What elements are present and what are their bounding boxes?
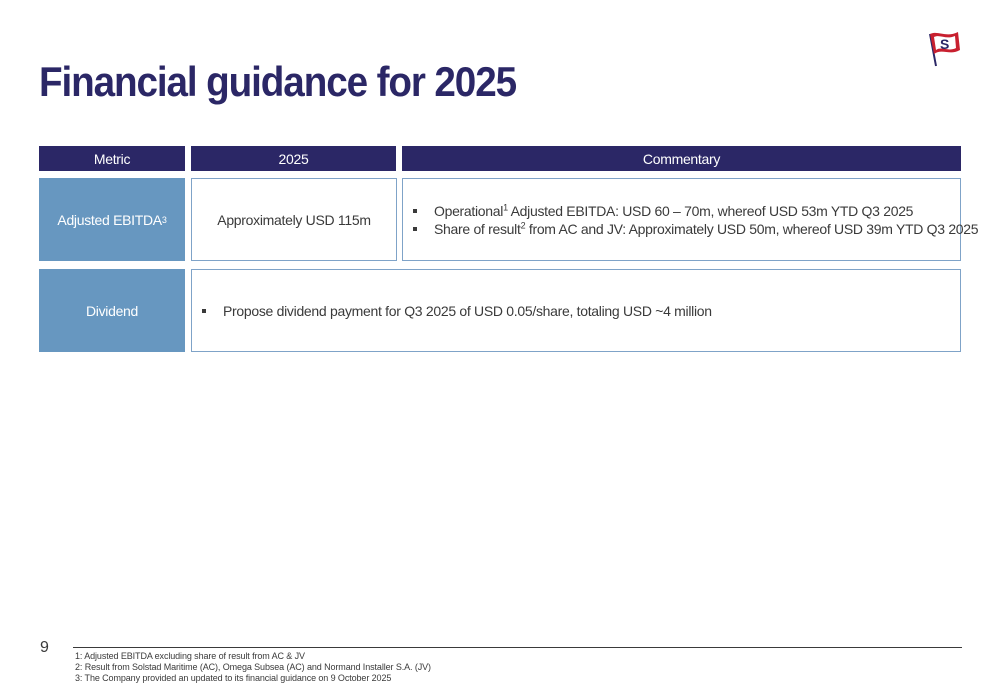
footer-divider	[73, 647, 962, 648]
commentary-cell-ebitda: Operational1 Adjusted EBITDA: USD 60 – 7…	[402, 178, 979, 261]
footnote: 2: Result from Solstad Maritime (AC), Om…	[75, 662, 431, 672]
bullet-square-icon	[202, 308, 206, 313]
header-metric: Metric	[39, 146, 185, 171]
footnote: 3: The Company provided an updated to it…	[75, 673, 392, 683]
value-ebitda: Approximately USD 115m	[217, 211, 371, 228]
bullet-square-icon	[413, 208, 417, 213]
commentary-cell-dividend: Propose dividend payment for Q3 2025 of …	[191, 269, 961, 352]
metric-cell-dividend: Dividend	[39, 269, 185, 352]
bullet-text: Share of result2 from AC and JV: Approxi…	[434, 219, 979, 237]
bullet-text: Propose dividend payment for Q3 2025 of …	[223, 302, 712, 319]
bullet-text: Operational1 Adjusted EBITDA: USD 60 – 7…	[434, 201, 914, 219]
footnotes: 1: Adjusted EBITDA excluding share of re…	[75, 651, 431, 684]
flag-s-logo-icon: S	[929, 32, 960, 67]
value-cell-ebitda: Approximately USD 115m	[191, 178, 397, 261]
metric-label-dividend: Dividend	[85, 302, 139, 319]
commentary-bullet: Propose dividend payment for Q3 2025 of …	[202, 302, 960, 320]
header-commentary: Commentary	[402, 146, 961, 171]
commentary-bullet: Share of result2 from AC and JV: Approxi…	[413, 220, 979, 238]
header-year: 2025	[191, 146, 396, 171]
bullet-square-icon	[413, 226, 417, 231]
page-number: 9	[40, 639, 49, 656]
page-title: Financial guidance for 2025	[39, 58, 517, 105]
logo-letter: S	[940, 36, 949, 52]
footnote: 1: Adjusted EBITDA excluding share of re…	[75, 651, 305, 661]
commentary-bullet: Operational1 Adjusted EBITDA: USD 60 – 7…	[413, 202, 960, 220]
metric-cell-ebitda: Adjusted EBITDA 3	[39, 178, 185, 261]
metric-label-ebitda: Adjusted EBITDA	[57, 211, 162, 228]
